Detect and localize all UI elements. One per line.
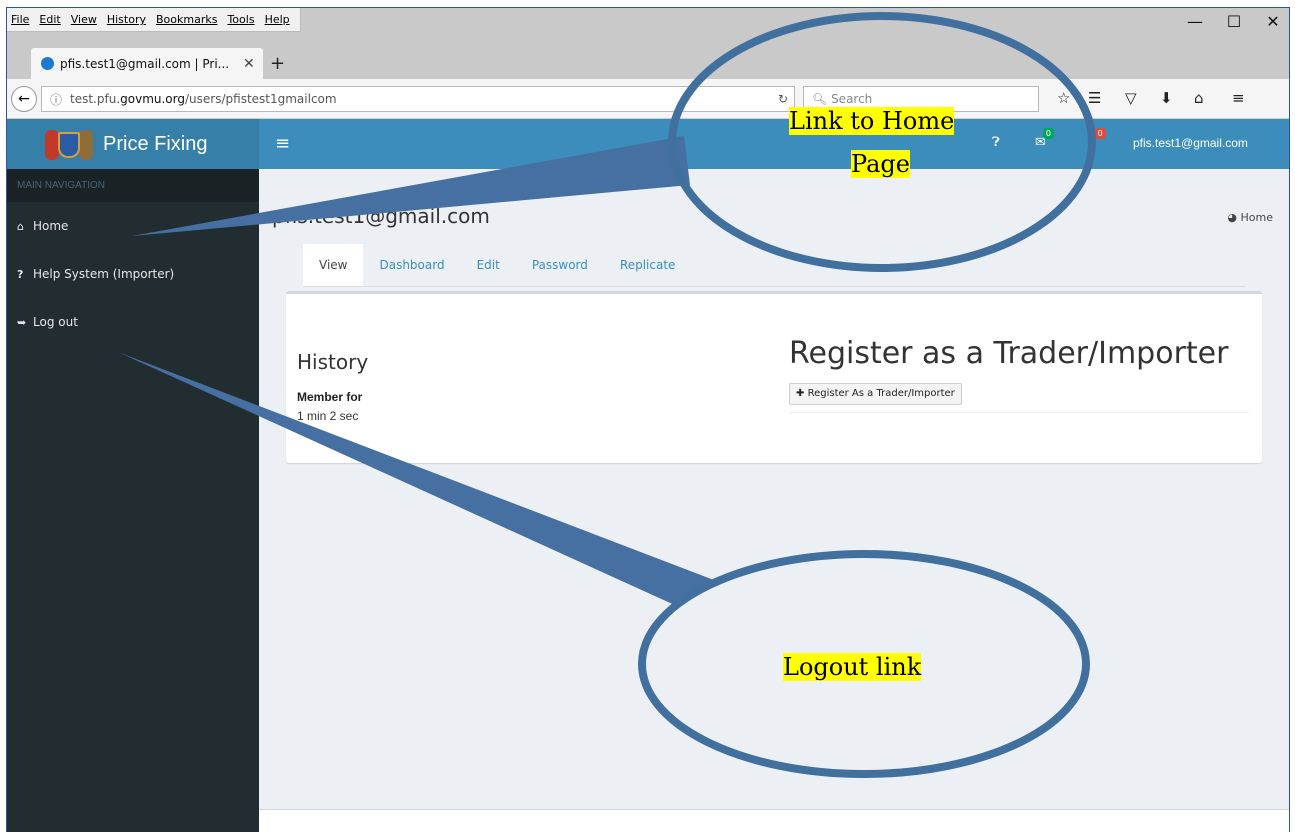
tab-edit[interactable]: Edit [461, 244, 516, 286]
site-logo[interactable]: Price Fixing [7, 119, 259, 169]
sidebar-header: MAIN NAVIGATION [7, 169, 259, 202]
brand-name: Price Fixing [103, 132, 208, 155]
menu-history[interactable]: History [103, 13, 152, 26]
page-title: pfis.test1@gmail.com [272, 204, 490, 228]
divider [789, 412, 1249, 413]
register-trader-button[interactable]: ✚ Register As a Trader/Importer [789, 383, 962, 405]
sidebar-item-home[interactable]: ⌂ Home [7, 202, 259, 250]
info-icon[interactable]: ⓘ [50, 91, 62, 108]
breadcrumb[interactable]: ◕ Home [1227, 211, 1273, 224]
messages-icon[interactable]: ✉ 0 [1035, 128, 1054, 150]
main-content: pfis.test1@gmail.com ◕ Home View Dashboa… [259, 169, 1289, 832]
hamburger-menu-icon[interactable]: ≡ [1232, 89, 1245, 107]
site-header: Price Fixing ≡ ❓︎ ✉ 0 ⚑ 0 pfis.test1@gmail… [7, 119, 1289, 169]
question-icon: ? [17, 268, 24, 281]
sidebar-item-label: Help System (Importer) [33, 267, 175, 281]
url-host: govmu.org [120, 92, 185, 106]
user-tabs: View Dashboard Edit Password Replicate [303, 244, 1245, 287]
url-bar[interactable]: ⓘ test.pfu. govmu.org/users/pfistest1gmai… [41, 86, 795, 112]
breadcrumb-home[interactable]: Home [1241, 211, 1273, 224]
browser-tab[interactable]: pfis.test1@gmail.com | Pri... ✕ [31, 48, 263, 79]
menu-file[interactable]: File [7, 13, 35, 26]
member-for-label: Member for [297, 390, 363, 404]
profile-box: History Member for 1 min 2 sec Register … [286, 291, 1262, 463]
tab-view[interactable]: View [303, 244, 364, 286]
close-tab-icon[interactable]: ✕ [243, 56, 263, 72]
home-icon: ⌂ [17, 220, 24, 233]
register-button-label: Register As a Trader/Importer [807, 388, 955, 399]
minimize-button[interactable]: — [1175, 12, 1215, 31]
logout-icon: ➥ [17, 316, 27, 329]
tab-title: pfis.test1@gmail.com | Pri... [60, 56, 230, 71]
sidebar-item-label: Home [33, 219, 69, 233]
navigation-toolbar: ← ⓘ test.pfu. govmu.org/users/pfistest1gm… [7, 79, 1289, 119]
menu-edit[interactable]: Edit [35, 13, 66, 26]
url-prefix: test.pfu. [70, 92, 121, 106]
menu-tools[interactable]: Tools [223, 13, 260, 26]
tab-password[interactable]: Password [516, 244, 604, 286]
menu-bookmarks[interactable]: Bookmarks [152, 13, 223, 26]
home-callout-label-line2: Page [851, 150, 910, 178]
flags-badge: 0 [1094, 128, 1106, 139]
dashboard-icon: ◕ [1227, 211, 1238, 224]
messages-badge: 0 [1042, 128, 1054, 139]
history-heading: History [297, 350, 369, 374]
url-path: /users/pfistest1gmailcom [185, 92, 337, 106]
home-icon[interactable]: ⌂ [1194, 89, 1204, 107]
flag-icon[interactable]: ⚑ 0 [1086, 128, 1106, 150]
home-callout-label-line1: Link to Home [789, 107, 955, 135]
pocket-icon[interactable]: ▽ [1125, 89, 1137, 107]
sidebar-item-label: Log out [33, 315, 78, 329]
user-menu[interactable]: pfis.test1@gmail.com [1133, 136, 1248, 150]
bookmark-star-icon[interactable]: ☆ [1057, 89, 1070, 107]
tab-replicate[interactable]: Replicate [604, 244, 692, 286]
reload-icon[interactable]: ↻ [778, 92, 788, 106]
sidebar-toggle-icon[interactable]: ≡ [275, 133, 290, 154]
plus-icon: ✚ [796, 388, 805, 399]
sidebar-item-help-system[interactable]: ? Help System (Importer) [7, 250, 259, 298]
page-footer [259, 809, 1289, 832]
member-for-value: 1 min 2 sec [297, 409, 359, 423]
menu-view[interactable]: View [67, 13, 103, 26]
close-window-button[interactable]: ✕ [1253, 12, 1289, 31]
back-button[interactable]: ← [11, 86, 37, 112]
reading-list-icon[interactable]: ☰ [1088, 89, 1101, 107]
download-icon[interactable]: ⬇ [1160, 89, 1173, 107]
sidebar: MAIN NAVIGATION ⌂ Home ? Help System (Impo… [7, 169, 259, 832]
browser-chrome: File Edit View History Bookmarks Tools H… [7, 8, 1289, 79]
search-placeholder: Search [831, 92, 873, 106]
register-heading: Register as a Trader/Importer [789, 336, 1229, 371]
new-tab-button[interactable]: + [270, 53, 285, 74]
help-icon[interactable]: ❓︎ [992, 135, 1000, 150]
tab-dashboard[interactable]: Dashboard [363, 244, 460, 286]
coat-of-arms-icon [43, 124, 95, 164]
logout-callout-label: Logout link [783, 653, 922, 681]
maximize-button[interactable]: ☐ [1214, 12, 1254, 31]
sidebar-item-logout[interactable]: ➥ Log out [7, 298, 259, 346]
drupal-favicon-icon [41, 57, 54, 70]
menu-bar: File Edit View History Bookmarks Tools H… [7, 8, 301, 32]
menu-help[interactable]: Help [261, 13, 296, 26]
web-page: Price Fixing ≡ ❓︎ ✉ 0 ⚑ 0 pfis.test1@gmail… [7, 119, 1289, 832]
browser-window: File Edit View History Bookmarks Tools H… [6, 7, 1290, 832]
